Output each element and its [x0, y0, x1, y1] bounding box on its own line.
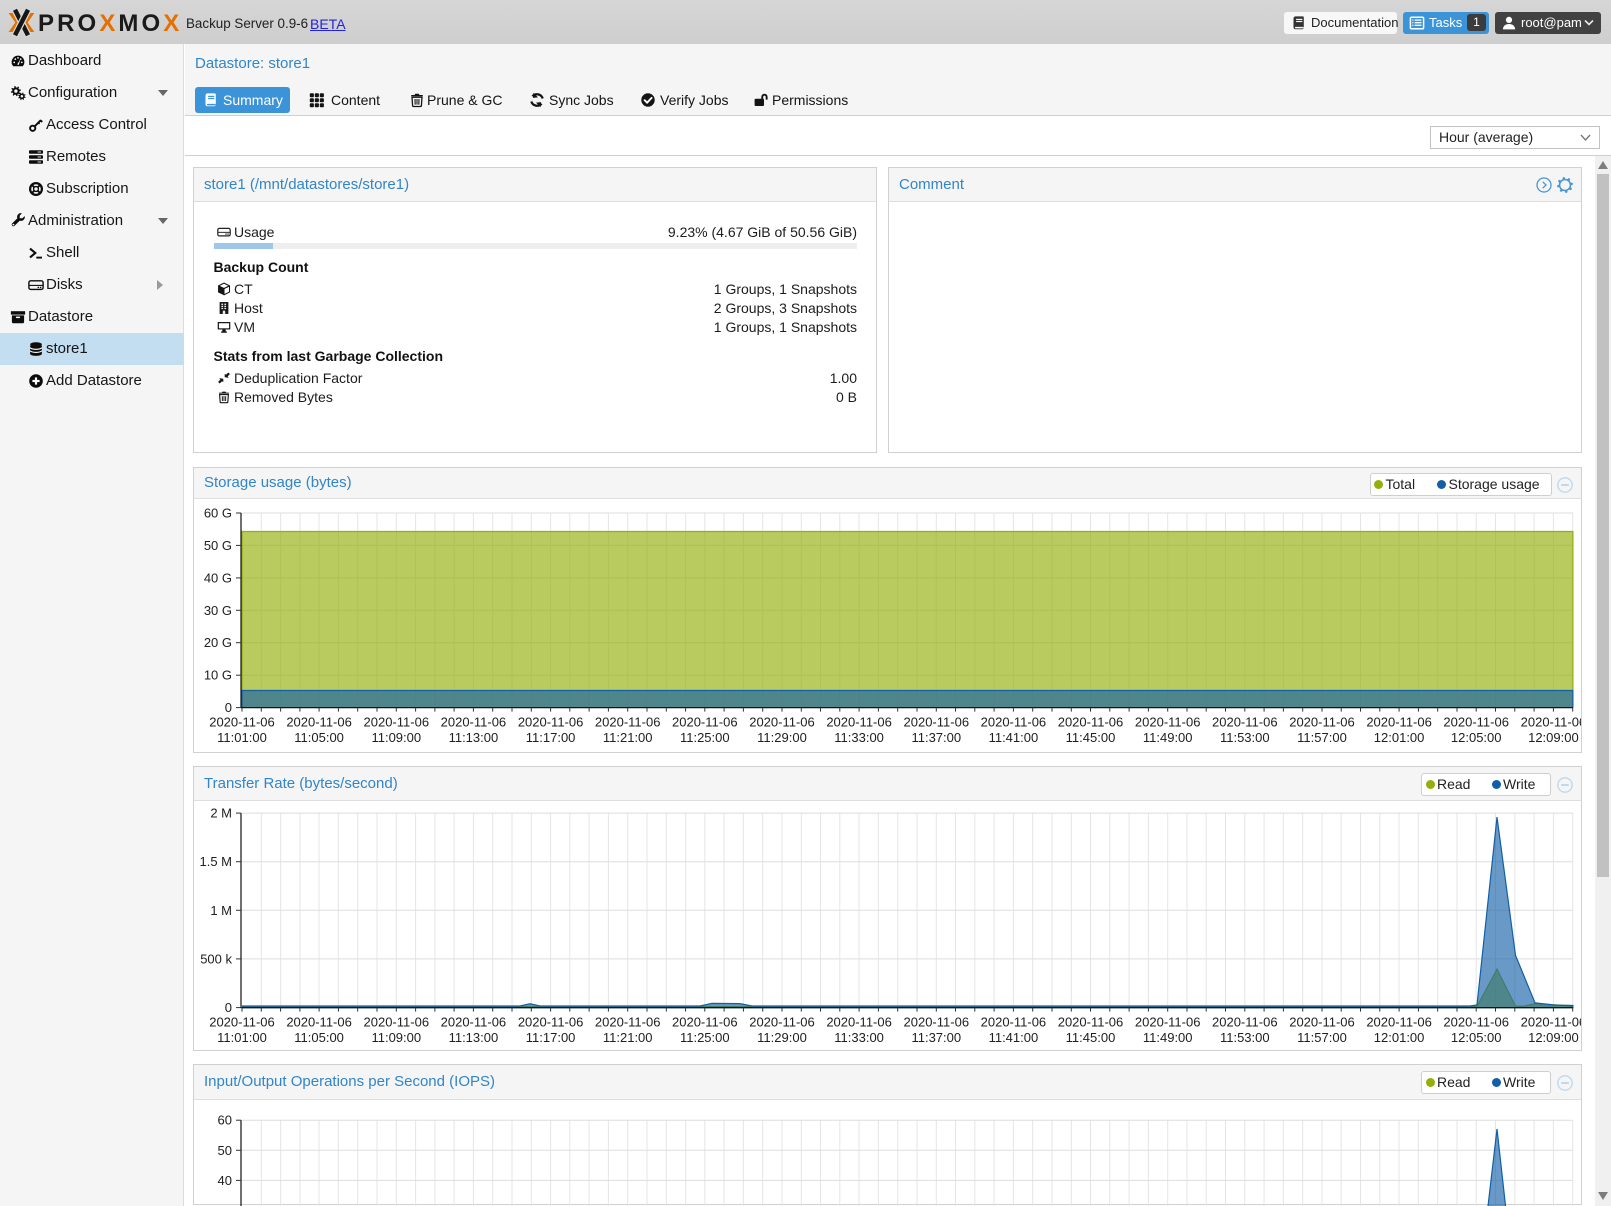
svg-text:2020-11-06: 2020-11-06 — [672, 715, 738, 730]
svg-text:60: 60 — [218, 1113, 232, 1128]
svg-text:11:53:00: 11:53:00 — [1220, 730, 1270, 745]
svg-text:2020-11-06: 2020-11-06 — [441, 715, 507, 730]
svg-text:11:13:00: 11:13:00 — [449, 1030, 499, 1045]
svg-text:12:01:00: 12:01:00 — [1374, 730, 1425, 745]
svg-text:2020-11-06: 2020-11-06 — [1212, 1015, 1278, 1030]
svg-text:2020-11-06: 2020-11-06 — [672, 1015, 738, 1030]
svg-text:40: 40 — [218, 1173, 232, 1188]
svg-text:11:29:00: 11:29:00 — [757, 730, 807, 745]
svg-text:2 M: 2 M — [210, 806, 232, 821]
svg-text:11:05:00: 11:05:00 — [294, 1030, 344, 1045]
svg-text:2020-11-06: 2020-11-06 — [595, 715, 661, 730]
svg-text:2020-11-06: 2020-11-06 — [1443, 715, 1509, 730]
svg-text:11:57:00: 11:57:00 — [1297, 1030, 1347, 1045]
svg-text:2020-11-06: 2020-11-06 — [1366, 715, 1432, 730]
svg-text:2020-11-06: 2020-11-06 — [209, 1015, 275, 1030]
svg-text:2020-11-06: 2020-11-06 — [1135, 1015, 1201, 1030]
svg-text:2020-11-06: 2020-11-06 — [286, 715, 352, 730]
svg-text:50 G: 50 G — [204, 538, 232, 553]
svg-text:2020-11-06: 2020-11-06 — [1289, 715, 1355, 730]
svg-text:2020-11-06: 2020-11-06 — [826, 1015, 892, 1030]
svg-text:11:13:00: 11:13:00 — [449, 730, 499, 745]
svg-text:20 G: 20 G — [204, 635, 232, 650]
svg-text:12:05:00: 12:05:00 — [1451, 1030, 1502, 1045]
svg-text:10 G: 10 G — [204, 668, 232, 683]
svg-text:12:01:00: 12:01:00 — [1374, 1030, 1425, 1045]
svg-text:2020-11-06: 2020-11-06 — [1289, 1015, 1355, 1030]
svg-text:2020-11-06: 2020-11-06 — [518, 1015, 584, 1030]
svg-text:2020-11-06: 2020-11-06 — [1212, 715, 1278, 730]
svg-text:11:49:00: 11:49:00 — [1143, 1030, 1193, 1045]
svg-text:2020-11-06: 2020-11-06 — [595, 1015, 661, 1030]
svg-text:11:09:00: 11:09:00 — [371, 730, 421, 745]
svg-text:11:21:00: 11:21:00 — [603, 1030, 653, 1045]
svg-text:11:25:00: 11:25:00 — [680, 730, 730, 745]
svg-text:2020-11-06: 2020-11-06 — [1058, 1015, 1124, 1030]
svg-text:2020-11-06: 2020-11-06 — [1366, 1015, 1432, 1030]
svg-text:0: 0 — [225, 1000, 232, 1015]
svg-text:11:09:00: 11:09:00 — [371, 1030, 421, 1045]
svg-text:2020-11-06: 2020-11-06 — [904, 715, 970, 730]
svg-text:11:37:00: 11:37:00 — [911, 730, 961, 745]
svg-text:2020-11-06: 2020-11-06 — [749, 1015, 815, 1030]
svg-text:500 k: 500 k — [200, 951, 232, 966]
svg-text:11:17:00: 11:17:00 — [526, 1030, 576, 1045]
svg-text:11:41:00: 11:41:00 — [989, 1030, 1039, 1045]
svg-text:2020-11-06: 2020-11-06 — [441, 1015, 507, 1030]
svg-text:2020-11-06: 2020-11-06 — [1135, 715, 1201, 730]
svg-text:12:09:00: 12:09:00 — [1528, 1030, 1579, 1045]
svg-text:11:41:00: 11:41:00 — [989, 730, 1039, 745]
svg-text:2020-11-06: 2020-11-06 — [1521, 1015, 1581, 1030]
svg-text:2020-11-06: 2020-11-06 — [1443, 1015, 1509, 1030]
svg-text:1 M: 1 M — [210, 903, 232, 918]
svg-text:11:01:00: 11:01:00 — [217, 730, 267, 745]
svg-text:11:33:00: 11:33:00 — [834, 1030, 884, 1045]
svg-text:2020-11-06: 2020-11-06 — [826, 715, 892, 730]
svg-text:11:05:00: 11:05:00 — [294, 730, 344, 745]
svg-text:2020-11-06: 2020-11-06 — [1058, 715, 1124, 730]
svg-text:0: 0 — [225, 700, 232, 715]
svg-text:2020-11-06: 2020-11-06 — [286, 1015, 352, 1030]
svg-text:30 G: 30 G — [204, 603, 232, 618]
svg-text:60 G: 60 G — [204, 506, 232, 521]
svg-text:2020-11-06: 2020-11-06 — [518, 715, 584, 730]
svg-text:11:45:00: 11:45:00 — [1066, 730, 1116, 745]
svg-text:2020-11-06: 2020-11-06 — [209, 715, 275, 730]
svg-text:11:33:00: 11:33:00 — [834, 730, 884, 745]
svg-text:40 G: 40 G — [204, 570, 232, 585]
svg-text:2020-11-06: 2020-11-06 — [364, 715, 430, 730]
svg-text:11:57:00: 11:57:00 — [1297, 730, 1347, 745]
svg-text:50: 50 — [218, 1143, 232, 1158]
svg-text:12:05:00: 12:05:00 — [1451, 730, 1502, 745]
svg-text:11:01:00: 11:01:00 — [217, 1030, 267, 1045]
svg-text:2020-11-06: 2020-11-06 — [364, 1015, 430, 1030]
svg-text:11:17:00: 11:17:00 — [526, 730, 576, 745]
svg-text:2020-11-06: 2020-11-06 — [904, 1015, 970, 1030]
svg-text:2020-11-06: 2020-11-06 — [1521, 715, 1581, 730]
svg-text:11:25:00: 11:25:00 — [680, 1030, 730, 1045]
svg-text:11:49:00: 11:49:00 — [1143, 730, 1193, 745]
svg-text:2020-11-06: 2020-11-06 — [749, 715, 815, 730]
svg-text:1.5 M: 1.5 M — [199, 854, 232, 869]
svg-text:12:09:00: 12:09:00 — [1528, 730, 1579, 745]
svg-text:11:29:00: 11:29:00 — [757, 1030, 807, 1045]
svg-text:11:45:00: 11:45:00 — [1066, 1030, 1116, 1045]
svg-text:11:21:00: 11:21:00 — [603, 730, 653, 745]
svg-text:11:37:00: 11:37:00 — [911, 1030, 961, 1045]
svg-text:2020-11-06: 2020-11-06 — [981, 715, 1047, 730]
svg-text:11:53:00: 11:53:00 — [1220, 1030, 1270, 1045]
svg-text:2020-11-06: 2020-11-06 — [981, 1015, 1047, 1030]
